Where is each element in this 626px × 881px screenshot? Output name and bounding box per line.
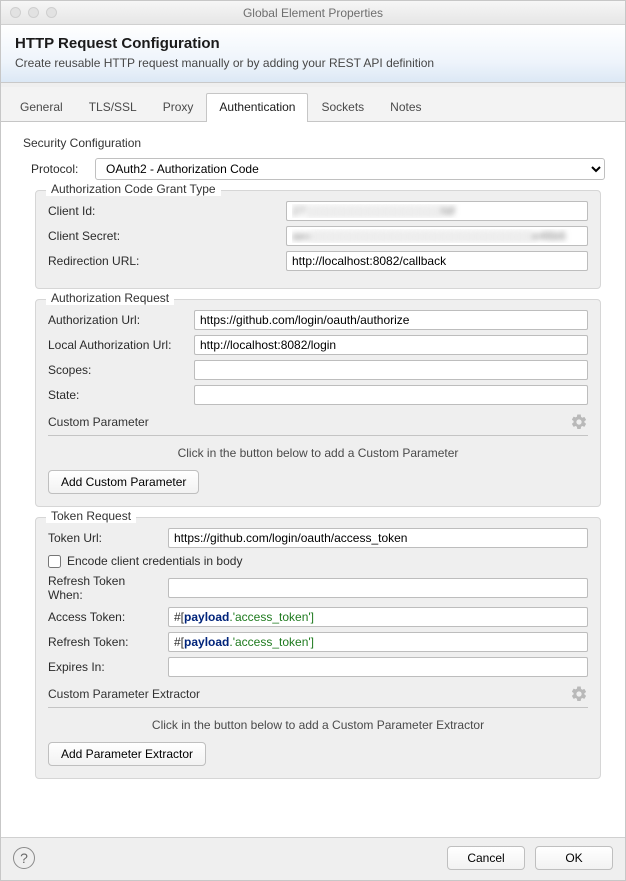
- access-token-expression-input[interactable]: #[payload.'access_token']: [168, 607, 588, 627]
- authorization-url-label: Authorization Url:: [48, 313, 194, 327]
- authorization-url-input[interactable]: [194, 310, 588, 330]
- tab-sockets[interactable]: Sockets: [308, 93, 377, 121]
- cancel-button[interactable]: Cancel: [447, 846, 525, 870]
- refresh-token-label: Refresh Token:: [48, 635, 168, 649]
- tab-authentication[interactable]: Authentication: [206, 93, 308, 122]
- expires-in-input[interactable]: [168, 657, 588, 677]
- group-authorization-code-grant-type: Authorization Code Grant Type Client Id:…: [35, 190, 601, 289]
- protocol-select[interactable]: OAuth2 - Authorization Code: [95, 158, 605, 180]
- gear-icon[interactable]: [570, 685, 588, 703]
- dialog-footer: ? Cancel OK: [1, 837, 625, 880]
- redirection-url-label: Redirection URL:: [48, 254, 286, 268]
- titlebar: Global Element Properties: [1, 1, 625, 25]
- redirection-url-input[interactable]: [286, 251, 588, 271]
- dialog-header: HTTP Request Configuration Create reusab…: [1, 25, 625, 83]
- dialog-title: HTTP Request Configuration: [15, 35, 611, 52]
- section-security-config-label: Security Configuration: [23, 136, 613, 150]
- ok-button[interactable]: OK: [535, 846, 613, 870]
- refresh-token-expression-input[interactable]: #[payload.'access_token']: [168, 632, 588, 652]
- add-parameter-extractor-button[interactable]: Add Parameter Extractor: [48, 742, 206, 766]
- encode-credentials-label: Encode client credentials in body: [67, 554, 242, 568]
- group-token-request: Token Request Token Url: Encode client c…: [35, 517, 601, 779]
- custom-parameter-heading: Custom Parameter: [48, 415, 149, 429]
- scopes-input[interactable]: [194, 360, 588, 380]
- zoom-window-icon[interactable]: [46, 7, 57, 18]
- refresh-token-when-input[interactable]: [168, 578, 588, 598]
- group-legend-grant-type: Authorization Code Grant Type: [46, 182, 221, 196]
- tab-notes[interactable]: Notes: [377, 93, 434, 121]
- local-authorization-url-label: Local Authorization Url:: [48, 338, 194, 352]
- client-id-label: Client Id:: [48, 204, 286, 218]
- custom-parameter-extractor-hint: Click in the button below to add a Custo…: [48, 718, 588, 732]
- access-token-label: Access Token:: [48, 610, 168, 624]
- client-secret-input[interactable]: [286, 226, 588, 246]
- help-icon[interactable]: ?: [13, 847, 35, 869]
- tab-proxy[interactable]: Proxy: [150, 93, 207, 121]
- tab-bar: General TLS/SSL Proxy Authentication Soc…: [1, 87, 625, 122]
- tab-tls-ssl[interactable]: TLS/SSL: [76, 93, 150, 121]
- client-secret-label: Client Secret:: [48, 229, 286, 243]
- tab-panel-authentication: Security Configuration Protocol: OAuth2 …: [1, 122, 625, 837]
- state-label: State:: [48, 388, 194, 402]
- custom-parameter-hint: Click in the button below to add a Custo…: [48, 446, 588, 460]
- token-url-input[interactable]: [168, 528, 588, 548]
- encode-credentials-checkbox[interactable]: [48, 555, 61, 568]
- close-window-icon[interactable]: [10, 7, 21, 18]
- refresh-token-when-label: Refresh Token When:: [48, 574, 168, 602]
- tab-general[interactable]: General: [7, 93, 76, 121]
- local-authorization-url-input[interactable]: [194, 335, 588, 355]
- scopes-label: Scopes:: [48, 363, 194, 377]
- custom-parameter-extractor-heading: Custom Parameter Extractor: [48, 687, 200, 701]
- add-custom-parameter-button[interactable]: Add Custom Parameter: [48, 470, 199, 494]
- protocol-label: Protocol:: [31, 162, 95, 176]
- expires-in-label: Expires In:: [48, 660, 168, 674]
- minimize-window-icon[interactable]: [28, 7, 39, 18]
- state-input[interactable]: [194, 385, 588, 405]
- group-authorization-request: Authorization Request Authorization Url:…: [35, 299, 601, 507]
- group-legend-token-request: Token Request: [46, 509, 136, 523]
- gear-icon[interactable]: [570, 413, 588, 431]
- token-url-label: Token Url:: [48, 531, 168, 545]
- dialog-subtitle: Create reusable HTTP request manually or…: [15, 56, 611, 70]
- client-id-input[interactable]: [286, 201, 588, 221]
- window-title: Global Element Properties: [1, 6, 625, 20]
- group-legend-auth-request: Authorization Request: [46, 291, 174, 305]
